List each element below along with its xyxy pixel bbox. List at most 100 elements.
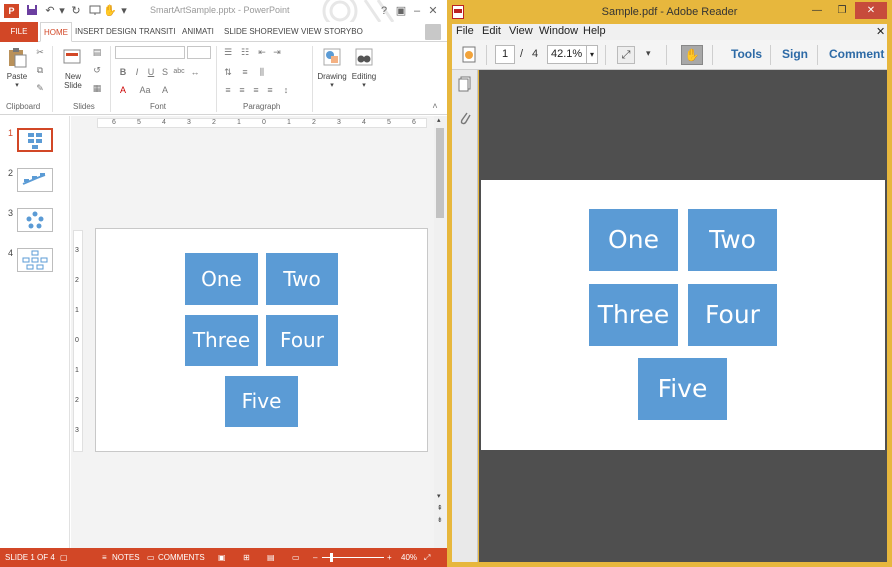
drawing-button[interactable]: Drawing ▾ (316, 46, 348, 89)
zoom-out-icon[interactable]: – (313, 548, 317, 567)
notes-icon[interactable]: ≡ (102, 548, 107, 567)
italic-icon[interactable]: I (130, 66, 144, 78)
menu-view[interactable]: View (509, 25, 533, 37)
reset-icon[interactable]: ↺ (90, 64, 104, 76)
tab-transitions[interactable]: TRANSITI (139, 22, 175, 42)
pdf-document-view[interactable]: One Two Three Four Five (479, 70, 887, 562)
create-pdf-icon[interactable] (460, 45, 480, 65)
section-icon[interactable]: ▦ (90, 82, 104, 94)
scroll-up-icon[interactable]: ▴ (437, 116, 441, 124)
numbering-icon[interactable]: ☷ (238, 46, 252, 58)
tools-button[interactable]: Tools (731, 47, 762, 61)
underline-icon[interactable]: U (144, 66, 158, 78)
smartart-box-three[interactable]: Three (185, 315, 258, 366)
zoom-in-icon[interactable]: + (387, 548, 392, 567)
menu-window[interactable]: Window (539, 25, 578, 37)
bullets-icon[interactable]: ☰ (221, 46, 235, 58)
zoom-dropdown-icon[interactable]: ▾ (586, 45, 598, 64)
hand-tool-icon[interactable]: ✋ (681, 45, 703, 65)
close-document-icon[interactable]: ✕ (876, 25, 885, 38)
notes-button[interactable]: NOTES (112, 548, 140, 567)
justify-icon[interactable]: ≡ (263, 84, 277, 96)
vertical-scrollbar[interactable]: ▴ ▾ ⇞ ⇟ (434, 116, 447, 548)
line-spacing-icon[interactable]: ↕ (279, 84, 293, 96)
tab-file[interactable]: FILE (0, 22, 38, 42)
undo-dropdown-icon[interactable]: ▾ (55, 4, 69, 18)
change-case-icon[interactable]: Aa (138, 84, 152, 96)
paste-button[interactable]: Paste ▾ (4, 46, 30, 89)
decrease-indent-icon[interactable]: ⇤ (255, 46, 269, 58)
slide-thumbnail-2[interactable] (17, 168, 53, 192)
menu-help[interactable]: Help (583, 25, 606, 37)
zoom-level[interactable]: 40% (401, 548, 417, 567)
copy-icon[interactable]: ⧉ (33, 64, 47, 76)
text-direction-icon[interactable]: ⇅ (221, 66, 235, 78)
spacing-icon[interactable]: ↔ (188, 66, 202, 78)
account-avatar[interactable] (425, 24, 441, 40)
attachments-icon[interactable] (458, 110, 472, 126)
collapse-ribbon-icon[interactable]: ˄ (428, 100, 442, 112)
menu-edit[interactable]: Edit (482, 25, 501, 37)
zoom-slider-thumb[interactable] (330, 553, 333, 562)
tab-view[interactable]: VIEW (301, 22, 321, 42)
more-tools-dropdown-icon[interactable]: ▾ (646, 48, 651, 59)
layout-icon[interactable]: ▤ (90, 46, 104, 58)
ribbon-display-icon[interactable]: ▣ (393, 3, 409, 19)
tab-slide-show[interactable]: SLIDE SHO (224, 22, 267, 42)
normal-view-icon[interactable]: ▣ (218, 548, 226, 567)
format-painter-icon[interactable]: ✎ (33, 82, 47, 94)
cut-icon[interactable]: ✂ (33, 46, 47, 58)
smartart-box-five[interactable]: Five (225, 376, 298, 427)
page-number-input[interactable]: 1 (495, 45, 515, 64)
slideshow-icon[interactable]: ▭ (292, 548, 300, 567)
tab-insert[interactable]: INSERT (75, 22, 104, 42)
align-right-icon[interactable]: ≡ (249, 84, 263, 96)
fit-slide-icon[interactable]: ⤢ (424, 548, 430, 567)
editing-button[interactable]: Editing ▾ (349, 46, 379, 89)
reading-view-icon[interactable]: ▤ (267, 548, 275, 567)
font-color-icon[interactable]: A (116, 84, 130, 96)
zoom-input[interactable]: 42.1% (547, 45, 587, 64)
tab-animations[interactable]: ANIMATI (182, 22, 214, 42)
scrollbar-thumb[interactable] (436, 128, 444, 218)
align-center-icon[interactable]: ≡ (235, 84, 249, 96)
close-icon[interactable]: ✕ (425, 3, 441, 19)
page-thumbnails-icon[interactable] (458, 76, 472, 92)
next-slide-icon[interactable]: ⇟ (437, 516, 443, 524)
font-name-select[interactable] (115, 46, 185, 59)
font-size-select[interactable] (187, 46, 211, 59)
smartart-box-two[interactable]: Two (266, 253, 338, 305)
comment-button[interactable]: Comment (829, 47, 884, 61)
present-icon[interactable] (88, 4, 102, 18)
smartart-box-four[interactable]: Four (266, 315, 338, 366)
slide-thumbnail-1[interactable] (17, 128, 53, 152)
scroll-down-icon[interactable]: ▾ (437, 492, 441, 500)
slide-thumbnail-4[interactable] (17, 248, 53, 272)
smartart-box-one[interactable]: One (185, 253, 258, 305)
clear-formatting-icon[interactable]: A (158, 84, 172, 96)
spell-check-icon[interactable]: ▢ (60, 548, 68, 567)
new-slide-button[interactable]: New Slide (58, 46, 88, 90)
comments-button[interactable]: COMMENTS (158, 548, 205, 567)
fit-page-icon[interactable]: ⤢ (617, 46, 635, 64)
bold-icon[interactable]: B (116, 66, 130, 78)
tab-storyboard[interactable]: STORYBO (324, 22, 363, 42)
strikethrough-icon[interactable]: abc (172, 66, 186, 78)
menu-file[interactable]: File (456, 25, 474, 37)
customize-qat-icon[interactable]: ▾ (117, 4, 131, 18)
help-icon[interactable]: ? (376, 3, 392, 19)
shadow-icon[interactable]: S (158, 66, 172, 78)
increase-indent-icon[interactable]: ⇥ (270, 46, 284, 58)
tab-design[interactable]: DESIGN (106, 22, 137, 42)
tab-home[interactable]: HOME (40, 22, 72, 42)
columns-icon[interactable]: ⫼ (255, 66, 269, 78)
align-left-icon[interactable]: ≡ (221, 84, 235, 96)
maximize-icon[interactable]: ❐ (830, 2, 854, 19)
touch-mode-icon[interactable]: ✋ (103, 4, 117, 18)
slide-thumbnail-3[interactable] (17, 208, 53, 232)
align-text-icon[interactable]: ≡ (238, 66, 252, 78)
close-icon[interactable]: ✕ (855, 2, 887, 19)
minimize-icon[interactable]: – (409, 3, 425, 19)
slide-canvas[interactable]: One Two Three Four Five (95, 228, 428, 452)
previous-slide-icon[interactable]: ⇞ (437, 504, 443, 512)
